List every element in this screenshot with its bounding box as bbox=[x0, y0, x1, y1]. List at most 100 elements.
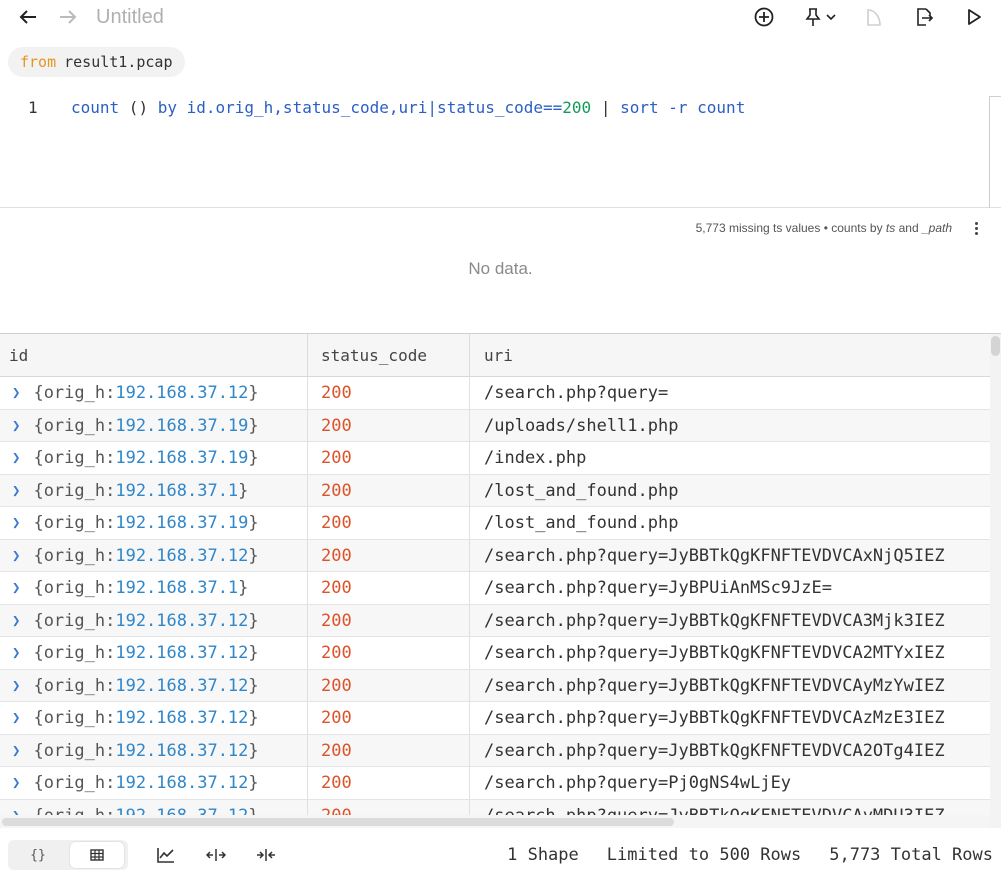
run-button[interactable] bbox=[962, 4, 986, 30]
cell-status-code: 200 bbox=[308, 637, 470, 669]
meta-field-ts: ts bbox=[885, 221, 896, 235]
brace-open: { bbox=[33, 383, 44, 403]
table-row[interactable]: ❯ {orig_h: 192.168.37.1} 200/lost_and_foun… bbox=[0, 474, 990, 507]
cell-uri: /lost_and_found.php bbox=[484, 513, 679, 533]
horizontal-scrollbar[interactable] bbox=[0, 815, 990, 828]
expand-chevron-icon[interactable]: ❯ bbox=[12, 385, 20, 401]
expand-chevron-icon[interactable]: ❯ bbox=[12, 450, 20, 466]
table-row[interactable]: ❯ {orig_h: 192.168.37.12} 200/search.php?q… bbox=[0, 539, 990, 572]
vertical-scrollbar[interactable] bbox=[990, 334, 1001, 828]
table-row[interactable]: ❯ {orig_h: 192.168.37.19} 200/index.php bbox=[0, 442, 990, 475]
cell-id[interactable]: ❯ {orig_h: 192.168.37.12} bbox=[0, 637, 308, 669]
meta-field-path: _path bbox=[921, 221, 952, 235]
token-count-2: count bbox=[697, 98, 746, 117]
cell-id[interactable]: ❯ {orig_h: 192.168.37.19} bbox=[0, 507, 308, 539]
expand-chevron-icon[interactable]: ❯ bbox=[12, 515, 20, 531]
editor-scrollbar[interactable] bbox=[989, 96, 1001, 208]
table-icon bbox=[90, 849, 104, 861]
table-row[interactable]: ❯ {orig_h: 192.168.37.12} 200/search.php?q… bbox=[0, 377, 990, 410]
table-body: ❯{orig_h: 192.168.37.12} 200/search.php?q… bbox=[0, 377, 990, 828]
expand-chevron-icon[interactable]: ❯ bbox=[12, 710, 20, 726]
key-label: orig_h: bbox=[43, 675, 116, 696]
table-row[interactable]: ❯ {orig_h: 192.168.37.12} 200/search.php?q… bbox=[0, 669, 990, 702]
histogram-panel: 5,773 missing ts values • counts by ts a… bbox=[0, 209, 1001, 333]
back-arrow-icon[interactable] bbox=[16, 5, 40, 29]
vertical-scroll-thumb[interactable] bbox=[991, 336, 1000, 356]
table-view-button[interactable] bbox=[70, 842, 124, 868]
pin-menu-button[interactable] bbox=[800, 4, 840, 30]
expand-chevron-icon[interactable]: ❯ bbox=[12, 580, 20, 596]
ip-value: 192.168.37.19 bbox=[115, 513, 249, 533]
key-label: orig_h: bbox=[43, 513, 116, 533]
query-code[interactable]: count () by id.orig_h,status_code,uri|st… bbox=[71, 98, 745, 117]
cell-status-code: 200 bbox=[308, 572, 470, 604]
chart-line-icon[interactable] bbox=[155, 845, 177, 865]
cell-id[interactable]: ❯ {orig_h: 192.168.37.1} bbox=[0, 474, 308, 507]
expand-columns-icon[interactable] bbox=[205, 845, 227, 865]
cell-status-code: 200 bbox=[308, 409, 470, 442]
cell-id[interactable]: ❯ {orig_h: 192.168.37.12} bbox=[0, 734, 308, 767]
pin-icon bbox=[805, 8, 821, 26]
cell-id[interactable]: ❯ {orig_h: 192.168.37.12} bbox=[0, 539, 308, 572]
cell-uri: /lost_and_found.php bbox=[484, 480, 679, 501]
expand-chevron-icon[interactable]: ❯ bbox=[12, 483, 20, 499]
cell-uri: /search.php?query=JyBPUiAnMSc9JzE= bbox=[484, 578, 832, 598]
horizontal-scroll-thumb[interactable] bbox=[2, 818, 674, 826]
cell-id[interactable]: ❯ {orig_h: 192.168.37.1} bbox=[0, 572, 308, 604]
cell-id[interactable]: ❯ {orig_h: 192.168.37.12} bbox=[0, 669, 308, 702]
ip-value: 192.168.37.19 bbox=[115, 448, 249, 468]
page-title[interactable]: Untitled bbox=[96, 6, 164, 29]
table-row[interactable]: ❯ {orig_h: 192.168.37.19} 200/lost_and_fou… bbox=[0, 507, 990, 540]
table-row[interactable]: ❯ {orig_h: 192.168.37.12} 200/search.php?q… bbox=[0, 637, 990, 670]
brace-close: } bbox=[248, 610, 259, 631]
expand-chevron-icon[interactable]: ❯ bbox=[12, 678, 20, 694]
collapse-columns-icon[interactable] bbox=[255, 845, 277, 865]
play-icon bbox=[968, 9, 981, 25]
from-source-pill[interactable]: from result1.pcap bbox=[8, 47, 185, 77]
brace-close: } bbox=[248, 773, 259, 793]
ip-value: 192.168.37.12 bbox=[115, 383, 249, 403]
query-editor[interactable]: 1 count () by id.orig_h,status_code,uri|… bbox=[0, 88, 1001, 208]
key-label: orig_h: bbox=[43, 610, 116, 631]
result-stats: 1 Shape Limited to 500 Rows 5,773 Total Ro… bbox=[479, 845, 993, 865]
add-query-button[interactable] bbox=[752, 4, 776, 30]
key-label: orig_h: bbox=[43, 708, 116, 728]
expand-chevron-icon[interactable]: ❯ bbox=[12, 548, 20, 564]
kebab-menu-icon[interactable] bbox=[971, 221, 981, 237]
table-row[interactable]: ❯ {orig_h: 192.168.37.12} 200/search.php?q… bbox=[0, 767, 990, 800]
ip-value: 192.168.37.12 bbox=[115, 643, 249, 663]
cell-id[interactable]: ❯ {orig_h: 192.168.37.12} bbox=[0, 767, 308, 799]
chart-disabled-button[interactable] bbox=[862, 4, 886, 30]
cell-id[interactable]: ❯ {orig_h: 192.168.37.12} bbox=[0, 604, 308, 637]
export-button[interactable] bbox=[912, 4, 936, 30]
cell-id[interactable]: ❯ {orig_h: 192.168.37.12} bbox=[0, 702, 308, 734]
expand-chevron-icon[interactable]: ❯ bbox=[12, 613, 20, 629]
expand-chevron-icon[interactable]: ❯ bbox=[12, 418, 20, 434]
expand-chevron-icon[interactable]: ❯ bbox=[12, 743, 20, 759]
column-header-id[interactable]: id bbox=[0, 334, 308, 377]
table-row[interactable]: ❯ {orig_h: 192.168.37.12} 200/search.php?q… bbox=[0, 604, 990, 637]
ip-value: 192.168.37.12 bbox=[115, 545, 249, 566]
expand-chevron-icon[interactable]: ❯ bbox=[12, 645, 20, 661]
cell-id[interactable]: ❯ {orig_h: 192.168.37.12} bbox=[0, 377, 308, 409]
expand-chevron-icon[interactable]: ❯ bbox=[12, 775, 20, 791]
brace-close: } bbox=[248, 448, 259, 468]
json-view-button[interactable]: {} bbox=[10, 842, 66, 868]
key-label: orig_h: bbox=[43, 773, 116, 793]
cell-id[interactable]: ❯ {orig_h: 192.168.37.19} bbox=[0, 409, 308, 442]
column-header-uri[interactable]: uri bbox=[470, 334, 990, 377]
forward-arrow-icon[interactable] bbox=[56, 5, 80, 29]
brace-open: { bbox=[33, 448, 44, 468]
column-header-status-code[interactable]: status_code bbox=[308, 334, 470, 377]
table-row[interactable]: ❯ {orig_h: 192.168.37.12} 200/search.php?q… bbox=[0, 734, 990, 767]
brace-close: } bbox=[248, 513, 259, 533]
cell-uri: /search.php?query=JyBBTkQgKFNFTEVDVCAyMz… bbox=[484, 675, 945, 696]
brace-close: } bbox=[248, 415, 259, 436]
table-row[interactable]: ❯ {orig_h: 192.168.37.12} 200/search.php?q… bbox=[0, 702, 990, 735]
table-row[interactable]: ❯ {orig_h: 192.168.37.19} 200/uploads/shel… bbox=[0, 409, 990, 442]
key-label: orig_h: bbox=[43, 415, 116, 436]
histogram-meta: 5,773 missing ts values • counts by ts a… bbox=[696, 221, 952, 235]
cell-id[interactable]: ❯ {orig_h: 192.168.37.19} bbox=[0, 442, 308, 474]
pie-icon bbox=[867, 9, 881, 26]
table-row[interactable]: ❯ {orig_h: 192.168.37.1} 200/search.php?qu… bbox=[0, 572, 990, 605]
